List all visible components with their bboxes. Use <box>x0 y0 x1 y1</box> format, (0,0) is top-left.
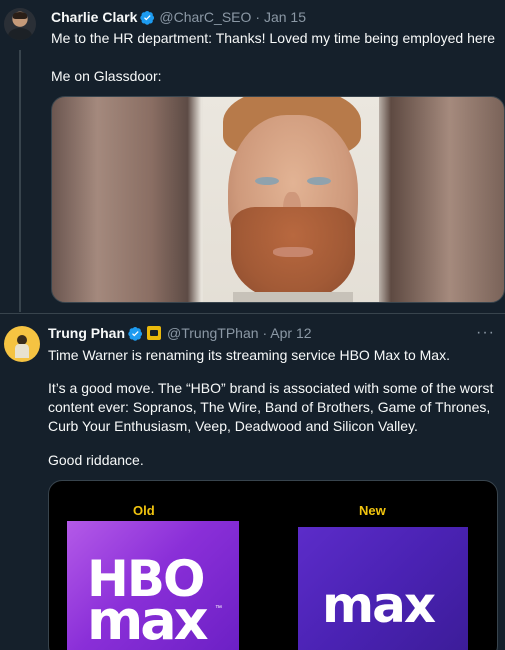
avatar[interactable] <box>4 326 40 362</box>
tweet-photo[interactable] <box>51 96 505 303</box>
tweet-text-line: Me to the HR department: Thanks! Loved m… <box>51 30 496 46</box>
hbo-max-logo: HBO max ™ <box>67 521 239 650</box>
tweet-header: Charlie Clark @CharC_SEO · Jan 15 <box>51 9 306 25</box>
verified-badge-icon <box>140 10 155 25</box>
max-logo: max <box>298 527 468 650</box>
author-handle[interactable]: @TrungTPhan <box>167 325 259 341</box>
author-name[interactable]: Charlie Clark <box>51 9 137 25</box>
new-label: New <box>359 503 386 518</box>
tweet-date[interactable]: · Jan 15 <box>255 9 306 25</box>
portrait-image <box>203 97 379 302</box>
tweet-text-paragraph: It’s a good move. The “HBO” brand is ass… <box>48 380 494 434</box>
affiliate-badge-icon <box>147 326 161 340</box>
tweet-text-line: Me on Glassdoor: <box>51 68 162 84</box>
logo-text: max <box>87 589 209 650</box>
author-handle[interactable]: @CharC_SEO <box>159 9 251 25</box>
tweet-header: Trung Phan @TrungTPhan · Apr 12 <box>48 325 312 341</box>
tweet-trung-phan[interactable]: Trung Phan @TrungTPhan · Apr 12 ··· Time… <box>0 314 505 650</box>
logo-text: max <box>322 576 436 634</box>
tweet-text-paragraph: Time Warner is renaming its streaming se… <box>48 347 450 363</box>
tweet-text-paragraph: Good riddance. <box>48 452 144 468</box>
tweet-image-card[interactable]: Old New HBO max ™ max <box>48 480 498 650</box>
trademark-mark: ™ <box>215 605 222 612</box>
tweet-date[interactable]: · Apr 12 <box>263 325 312 341</box>
old-label: Old <box>133 503 155 518</box>
verified-badge-icon <box>128 326 143 341</box>
avatar[interactable] <box>4 8 36 40</box>
tweet-charlie-clark[interactable]: Charlie Clark @CharC_SEO · Jan 15 Me to … <box>0 0 505 313</box>
more-options-icon[interactable]: ··· <box>476 324 495 342</box>
author-name[interactable]: Trung Phan <box>48 325 125 341</box>
